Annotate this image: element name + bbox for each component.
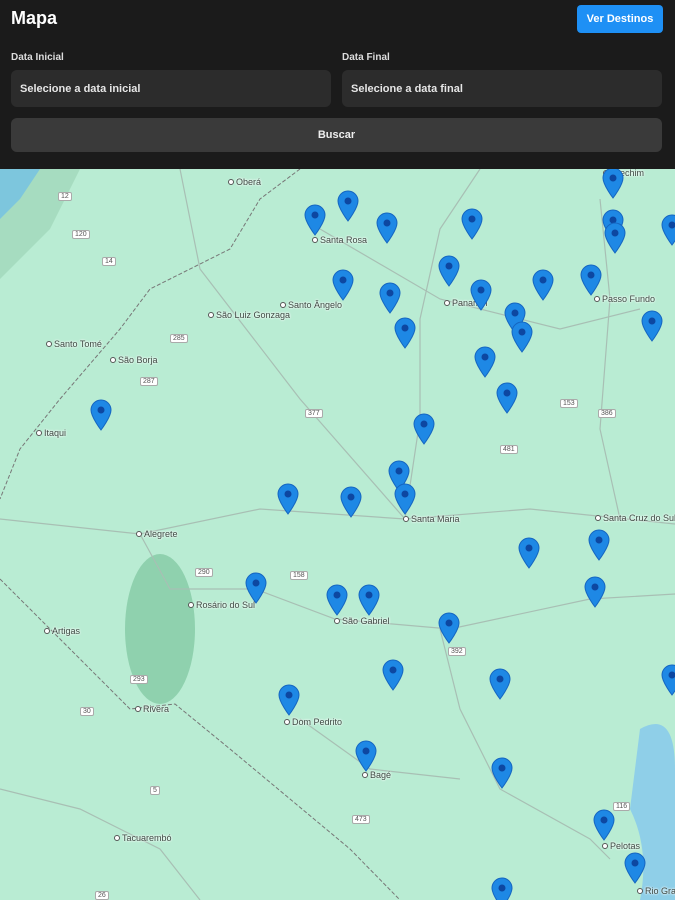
map-marker-icon[interactable] (531, 269, 555, 301)
map-marker-icon[interactable] (488, 668, 512, 700)
map[interactable]: Oberá Santa Rosa Erechim Santo Ângelo São Lu… (0, 169, 675, 900)
city-label: São Gabriel (334, 616, 390, 626)
road-shield: 473 (352, 815, 370, 824)
road-shield: 481 (500, 445, 518, 454)
map-marker-icon[interactable] (623, 852, 647, 884)
map-marker-icon[interactable] (495, 382, 519, 414)
map-marker-icon[interactable] (517, 537, 541, 569)
road-shield: 377 (305, 409, 323, 418)
road-shield: 26 (95, 891, 109, 900)
map-marker-icon[interactable] (473, 346, 497, 378)
map-marker-icon[interactable] (378, 282, 402, 314)
city-label: Pelotas (602, 841, 640, 851)
city-label: Alegrete (136, 529, 178, 539)
city-label: Santa Rosa (312, 235, 367, 245)
road-shield: 158 (290, 571, 308, 580)
map-marker-icon[interactable] (460, 208, 484, 240)
map-marker-icon[interactable] (354, 740, 378, 772)
map-marker-icon[interactable] (276, 483, 300, 515)
city-label: São Luiz Gonzaga (208, 310, 290, 320)
map-marker-icon[interactable] (339, 486, 363, 518)
map-marker-icon[interactable] (579, 264, 603, 296)
start-date-input[interactable]: Selecione a data inicial (11, 70, 331, 107)
map-marker-icon[interactable] (381, 659, 405, 691)
ver-destinos-button[interactable]: Ver Destinos (577, 5, 663, 33)
end-date-label: Data Final (342, 52, 390, 63)
road-shield: 392 (448, 647, 466, 656)
city-label: Itaqui (36, 428, 66, 438)
road-shield: 293 (130, 675, 148, 684)
road-shield: 30 (80, 707, 94, 716)
map-marker-icon[interactable] (393, 317, 417, 349)
search-button[interactable]: Buscar (11, 118, 662, 152)
road-shield: 5 (150, 786, 160, 795)
road-shield: 153 (560, 399, 578, 408)
map-marker-icon[interactable] (412, 413, 436, 445)
road-shield: 120 (72, 230, 90, 239)
map-marker-icon[interactable] (640, 310, 664, 342)
map-marker-icon[interactable] (601, 169, 625, 199)
top-bar: Mapa Ver Destinos Data Inicial Selecione… (0, 0, 675, 169)
map-marker-icon[interactable] (437, 255, 461, 287)
road-shield: 287 (140, 377, 158, 386)
map-marker-icon[interactable] (587, 529, 611, 561)
city-label: Rivera (135, 704, 169, 714)
map-marker-icon[interactable] (603, 222, 627, 254)
map-marker-icon[interactable] (437, 612, 461, 644)
city-label: Rio Grande (637, 886, 675, 896)
map-marker-icon[interactable] (303, 204, 327, 236)
map-marker-icon[interactable] (469, 279, 493, 311)
map-marker-icon[interactable] (89, 399, 113, 431)
road-shield: 386 (598, 409, 616, 418)
start-date-label: Data Inicial (11, 52, 64, 63)
city-label: Santa Maria (403, 514, 460, 524)
city-label: Santa Cruz do Sul (595, 513, 675, 523)
map-marker-icon[interactable] (660, 214, 675, 246)
road-shield: 12 (58, 192, 72, 201)
map-marker-icon[interactable] (244, 572, 268, 604)
road-shield: 14 (102, 257, 116, 266)
map-marker-icon[interactable] (490, 757, 514, 789)
city-label: Oberá (228, 177, 261, 187)
city-label: Passo Fundo (594, 294, 655, 304)
city-label: Dom Pedrito (284, 717, 342, 727)
road-shield: 290 (195, 568, 213, 577)
city-label: São Borja (110, 355, 158, 365)
map-marker-icon[interactable] (331, 269, 355, 301)
page-title: Mapa (11, 8, 58, 28)
city-label: Santo Ângelo (280, 300, 342, 310)
map-marker-icon[interactable] (325, 584, 349, 616)
road-shield: 285 (170, 334, 188, 343)
city-label: Santo Tomé (46, 339, 102, 349)
map-marker-icon[interactable] (277, 684, 301, 716)
map-marker-icon[interactable] (660, 664, 675, 696)
end-date-input[interactable]: Selecione a data final (342, 70, 662, 107)
map-marker-icon[interactable] (375, 212, 399, 244)
map-marker-icon[interactable] (592, 809, 616, 841)
map-marker-icon[interactable] (393, 483, 417, 515)
map-marker-icon[interactable] (336, 190, 360, 222)
city-label: Artigas (44, 626, 80, 636)
map-marker-icon[interactable] (583, 576, 607, 608)
map-marker-icon[interactable] (357, 584, 381, 616)
map-marker-icon[interactable] (510, 321, 534, 353)
city-label: Tacuarembó (114, 833, 172, 843)
map-marker-icon[interactable] (490, 877, 514, 900)
